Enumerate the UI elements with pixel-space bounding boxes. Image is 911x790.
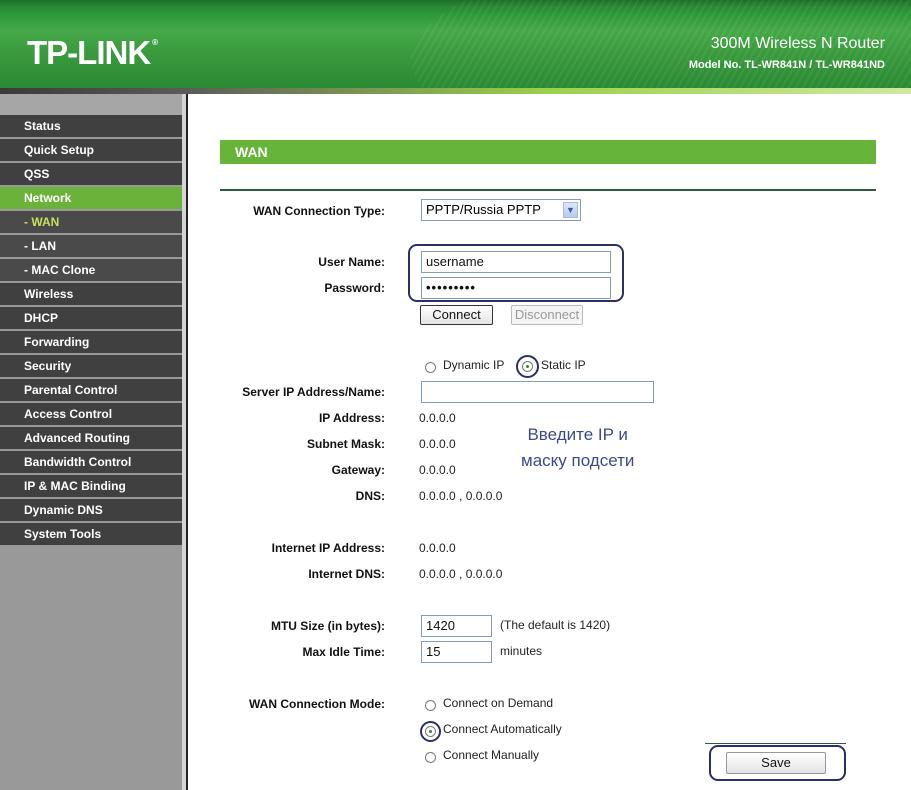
connect-automatically-label: Connect Automatically [443,722,562,736]
chevron-down-icon[interactable]: ▼ [563,202,578,218]
mtu-hint: (The default is 1420) [500,618,611,632]
sidebar-item-qss[interactable]: QSS [0,163,182,185]
annotation-line-1: Введите IP и [527,425,628,444]
sidebar-item-quick-setup[interactable]: Quick Setup [0,139,182,161]
connection-type-value: PPTP/Russia PPTP [426,202,541,217]
sidebar-item-dhcp[interactable]: DHCP [0,307,182,329]
static-ip-radio[interactable] [522,361,533,372]
sidebar-item-parental-control[interactable]: Parental Control [0,379,182,401]
mtu-input[interactable]: 1420 [421,615,492,637]
internet-ip-value: 0.0.0.0 [419,541,456,555]
connect-manually-radio[interactable] [425,752,436,763]
idle-time-unit: minutes [500,644,543,658]
sidebar-item-mac-clone[interactable]: - MAC Clone [0,259,182,281]
annotation-line-2: маску подсети [521,451,635,470]
sidebar-item-forwarding[interactable]: Forwarding [0,331,182,353]
dynamic-ip-radio[interactable] [425,362,436,373]
tp-link-logo: TP-LINK ® [27,34,158,72]
sidebar-item-bandwidth-control[interactable]: Bandwidth Control [0,451,182,473]
static-ip-label: Static IP [541,358,586,372]
server-ip-input[interactable] [421,381,654,403]
sidebar-item-wan[interactable]: - WAN [0,211,182,233]
connect-on-demand-radio[interactable] [425,700,436,711]
annotation-note: Введите IP и маску подсети [521,422,634,474]
product-title: 300M Wireless N Router [710,35,885,52]
sidebar-item-status[interactable]: Status [0,115,182,137]
internet-ip-label: Internet IP Address: [271,541,385,555]
dns-label: DNS: [355,489,385,503]
registered-mark: ® [152,38,158,47]
connection-mode-label: WAN Connection Mode: [249,697,385,711]
sidebar-menu: Status Quick Setup QSS Network - WAN - L… [0,94,184,790]
ip-address-label: IP Address: [318,411,385,425]
main-content: WAN WAN Connection Type: PPTP/Russia PPT… [188,94,911,790]
logo-text: TP-LINK [27,34,151,71]
server-ip-label: Server IP Address/Name: [242,385,385,399]
subnet-mask-label: Subnet Mask: [306,437,385,451]
sidebar-item-lan[interactable]: - LAN [0,235,182,257]
idle-time-input[interactable]: 15 [421,641,492,663]
connection-type-select[interactable]: PPTP/Russia PPTP ▼ [421,199,581,221]
connection-type-label: WAN Connection Type: [253,204,385,218]
dns-value: 0.0.0.0 , 0.0.0.0 [419,489,503,503]
save-button[interactable]: Save [726,752,826,774]
username-input[interactable]: username [421,251,611,273]
sidebar-item-system-tools[interactable]: System Tools [0,523,182,545]
sidebar-item-dynamic-dns[interactable]: Dynamic DNS [0,499,182,521]
subnet-mask-value: 0.0.0.0 [419,437,456,451]
sidebar-top-gap [0,94,184,115]
dynamic-ip-label: Dynamic IP [443,358,505,372]
sidebar-item-security[interactable]: Security [0,355,182,377]
internet-dns-value: 0.0.0.0 , 0.0.0.0 [419,567,503,581]
title-separator [220,189,876,191]
model-number: Model No. TL-WR841N / TL-WR841ND [688,59,885,71]
connect-manually-label: Connect Manually [443,748,540,762]
mtu-label: MTU Size (in bytes): [270,619,385,633]
page-title: WAN [220,140,876,164]
gateway-label: Gateway: [331,463,385,477]
connect-button[interactable]: Connect [420,305,493,325]
ip-address-value: 0.0.0.0 [419,411,456,425]
sidebar-item-network[interactable]: Network [0,187,182,209]
sidebar-item-advanced-routing[interactable]: Advanced Routing [0,427,182,449]
disconnect-button[interactable]: Disconnect [511,305,583,325]
internet-dns-label: Internet DNS: [308,567,385,581]
connect-on-demand-label: Connect on Demand [443,696,554,710]
password-label: Password: [324,281,385,295]
connect-automatically-radio[interactable] [425,726,436,737]
sidebar-item-wireless[interactable]: Wireless [0,283,182,305]
sidebar-item-ip-mac-binding[interactable]: IP & MAC Binding [0,475,182,497]
password-input[interactable]: ••••••••• [421,277,611,299]
idle-time-label: Max Idle Time: [302,645,385,659]
header-banner: TP-LINK ® 300M Wireless N Router Model No… [0,0,911,88]
footer-separator [705,743,846,744]
sidebar-item-access-control[interactable]: Access Control [0,403,182,425]
username-label: User Name: [318,255,385,269]
gateway-value: 0.0.0.0 [419,463,456,477]
